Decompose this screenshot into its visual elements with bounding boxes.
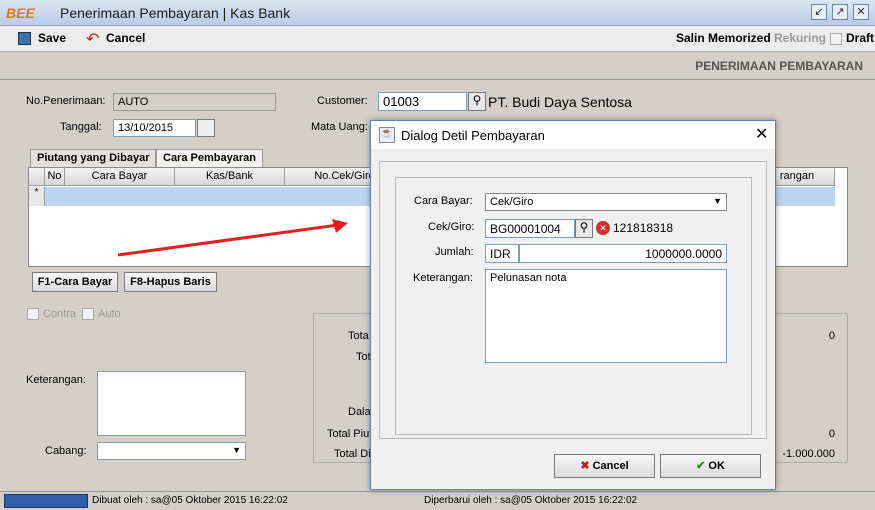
col-kas-bank: Kas/Bank [175,168,285,186]
customer-code-field[interactable]: 01003 [378,92,467,111]
total-value-1: 0 [828,330,835,342]
no-penerimaan-field: AUTO [113,93,276,111]
keterangan-textarea[interactable] [97,371,246,436]
customer-name: PT. Budi Daya Sentosa [488,94,632,110]
divider [0,79,875,80]
save-icon [18,32,31,45]
keterangan-label: Keterangan: [26,374,86,386]
undo-icon: ↶ [86,31,100,48]
save-button[interactable]: Save [38,31,66,45]
tab-piutang[interactable]: Piutang yang Dibayar [30,149,157,167]
payment-detail-dialog: ☕ Dialog Detil Pembayaran ✕ Cara Bayar: … [370,120,776,490]
search-icon[interactable]: ⚲ [468,92,486,111]
auto-checkbox[interactable] [82,308,94,320]
col-no: No [45,168,65,186]
calendar-icon[interactable] [197,119,215,137]
total-value-3: -1.000.000 [782,448,835,460]
tanggal-label: Tanggal: [60,121,102,133]
rekuring-button: Rekuring [774,31,827,45]
dialog-titlebar: ☕ Dialog Detil Pembayaran ✕ [371,121,775,149]
customer-label: Customer: [317,95,368,107]
tab-cara-pembayaran[interactable]: Cara Pembayaran [156,149,263,167]
dialog-cancel-label: Cancel [592,460,629,472]
draft-checkbox[interactable] [830,33,842,45]
close-icon[interactable]: ✕ [755,124,768,144]
cara-bayar-select[interactable]: Cek/Giro ▼ [485,193,727,211]
toolbar: Save ↶ Cancel Salin Memorized Rekuring D… [0,26,875,52]
grid-corner [29,168,45,186]
cabang-select[interactable]: ▼ [97,442,246,460]
status-bar: Dibuat oleh : sa@05 Oktober 2015 16:22:0… [0,491,875,510]
contra-label: Contra [43,308,77,320]
close-icon[interactable]: ✕ [853,4,869,20]
window-title: Penerimaan Pembayaran | Kas Bank [60,5,291,21]
search-icon[interactable]: ⚲ [575,219,593,238]
currency-field: IDR [485,244,519,263]
auto-label: Auto [98,308,121,320]
java-icon: ☕ [379,127,395,143]
cabang-label: Cabang: [45,445,87,457]
total-label-3: Dala [348,406,371,418]
row-marker: * [29,187,45,206]
no-penerimaan-label: No.Penerimaan: [26,95,106,107]
mata-uang-label: Mata Uang: [311,121,368,133]
pointer-arrow-icon [117,219,348,257]
cara-bayar-label: Cara Bayar: [414,195,473,207]
total-label-5: Total Di [334,448,371,460]
check-icon: ✔ [696,460,709,472]
tanggal-field[interactable]: 13/10/2015 [113,119,196,137]
created-by: Dibuat oleh : sa@05 Oktober 2015 16:22:0… [92,495,288,506]
maximize-icon[interactable]: ↗ [832,4,848,20]
total-value-2: 0 [828,428,835,440]
f8-hapus-baris-button[interactable]: F8-Hapus Baris [124,272,217,292]
dialog-title: Dialog Detil Pembayaran [401,128,545,143]
draft-label: Draft [846,31,875,45]
cek-giro-field[interactable]: BG00001004 [485,219,575,238]
dialog-ok-label: OK [708,460,725,472]
col-cara-bayar: Cara Bayar [65,168,175,186]
progress-indicator [4,494,88,508]
total-label-4: Total Piut [327,428,373,440]
f1-cara-bayar-button[interactable]: F1-Cara Bayar [32,272,118,292]
clear-icon[interactable]: ✕ [596,221,610,235]
updated-by: Diperbarui oleh : sa@05 Oktober 2015 16:… [424,495,638,506]
chevron-down-icon: ▼ [713,196,722,206]
dialog-keterangan-textarea[interactable]: Pelunasan nota [485,269,727,363]
cara-bayar-value: Cek/Giro [490,196,534,208]
cancel-button[interactable]: Cancel [106,31,145,45]
dialog-cancel-button[interactable]: ✖ Cancel [554,454,655,478]
dialog-ok-button[interactable]: ✔ OK [660,454,761,478]
dialog-keterangan-label: Keterangan: [413,272,473,284]
cancel-icon: ✖ [580,460,593,472]
salin-memorized-button[interactable]: Salin Memorized [676,31,771,45]
contra-checkbox[interactable] [27,308,39,320]
restore-icon[interactable]: ↙ [811,4,827,20]
jumlah-label: Jumlah: [435,246,474,258]
page-title: PENERIMAAN PEMBAYARAN [695,59,863,73]
cek-giro-label: Cek/Giro: [428,221,475,233]
jumlah-field[interactable]: 1000000.0000 [519,244,727,263]
cek-giro-number: 121818318 [613,221,674,235]
total-label-1: Tota [348,330,369,342]
total-label-2: Tot [356,351,371,363]
window-titlebar: BEE Penerimaan Pembayaran | Kas Bank ↙ ↗… [0,0,875,26]
app-logo: BEE [6,5,35,21]
